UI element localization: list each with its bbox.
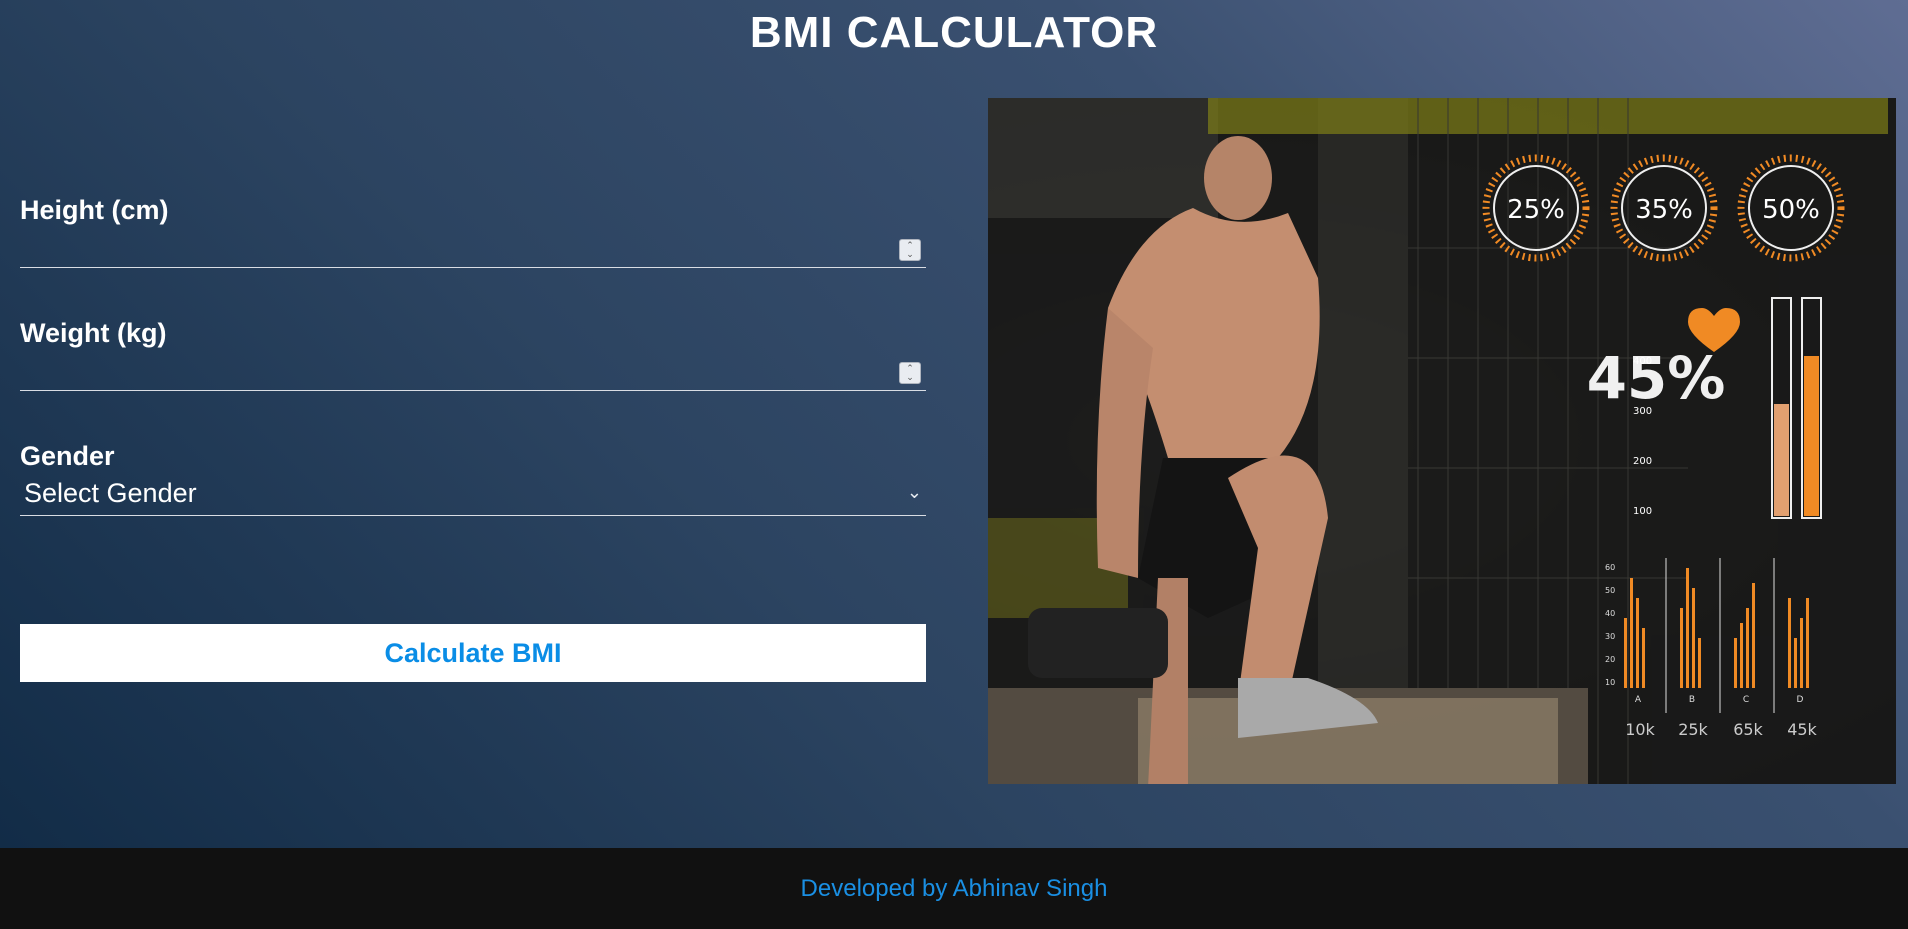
scale-100: 100 — [1633, 506, 1652, 517]
ring-1-label: 25% — [1507, 195, 1565, 225]
svg-text:A: A — [1635, 695, 1642, 705]
bmi-form: Height (cm) ⌃ ⌄ Weight (kg) ⌃ ⌄ Gender Sel… — [20, 195, 926, 516]
svg-text:25k: 25k — [1678, 720, 1708, 739]
svg-text:30: 30 — [1605, 632, 1615, 641]
svg-text:10k: 10k — [1625, 720, 1655, 739]
page-title: BMI CALCULATOR — [749, 8, 1159, 57]
fitness-hero-image: 25% 35% 50% 45% 400 300 200 100 60 50 40… — [988, 98, 1896, 784]
gender-label: Gender — [20, 441, 115, 471]
svg-text:20: 20 — [1605, 655, 1615, 664]
svg-text:50: 50 — [1605, 586, 1615, 595]
chevron-down-icon: ⌄ — [906, 482, 922, 502]
weight-label: Weight (kg) — [20, 318, 167, 348]
svg-text:40: 40 — [1605, 609, 1615, 618]
gender-select[interactable]: Select Gender ⌄ — [20, 472, 926, 516]
ring-2-label: 35% — [1635, 195, 1693, 225]
height-input[interactable]: ⌃ ⌄ — [20, 226, 926, 268]
svg-text:B: B — [1689, 695, 1695, 705]
calculate-bmi-button[interactable]: Calculate BMI — [20, 624, 926, 682]
svg-text:C: C — [1743, 695, 1749, 705]
gender-select-value: Select Gender — [24, 478, 197, 508]
footer-credit: Developed by Abhinav Singh — [0, 848, 1908, 929]
weight-stepper[interactable]: ⌃ ⌄ — [899, 362, 921, 384]
height-stepper[interactable]: ⌃ ⌄ — [899, 239, 921, 261]
height-label: Height (cm) — [20, 195, 169, 225]
ring-3-label: 50% — [1762, 195, 1820, 225]
scale-400: 400 — [1633, 356, 1652, 367]
weight-input[interactable]: ⌃ ⌄ — [20, 349, 926, 391]
big-stat: 45% — [1587, 344, 1726, 412]
svg-text:45k: 45k — [1787, 720, 1817, 739]
svg-text:D: D — [1797, 695, 1804, 705]
svg-text:60: 60 — [1605, 563, 1615, 572]
svg-text:65k: 65k — [1733, 720, 1763, 739]
scale-300: 300 — [1633, 406, 1652, 417]
scale-200: 200 — [1633, 456, 1652, 467]
svg-text:10: 10 — [1605, 678, 1615, 687]
